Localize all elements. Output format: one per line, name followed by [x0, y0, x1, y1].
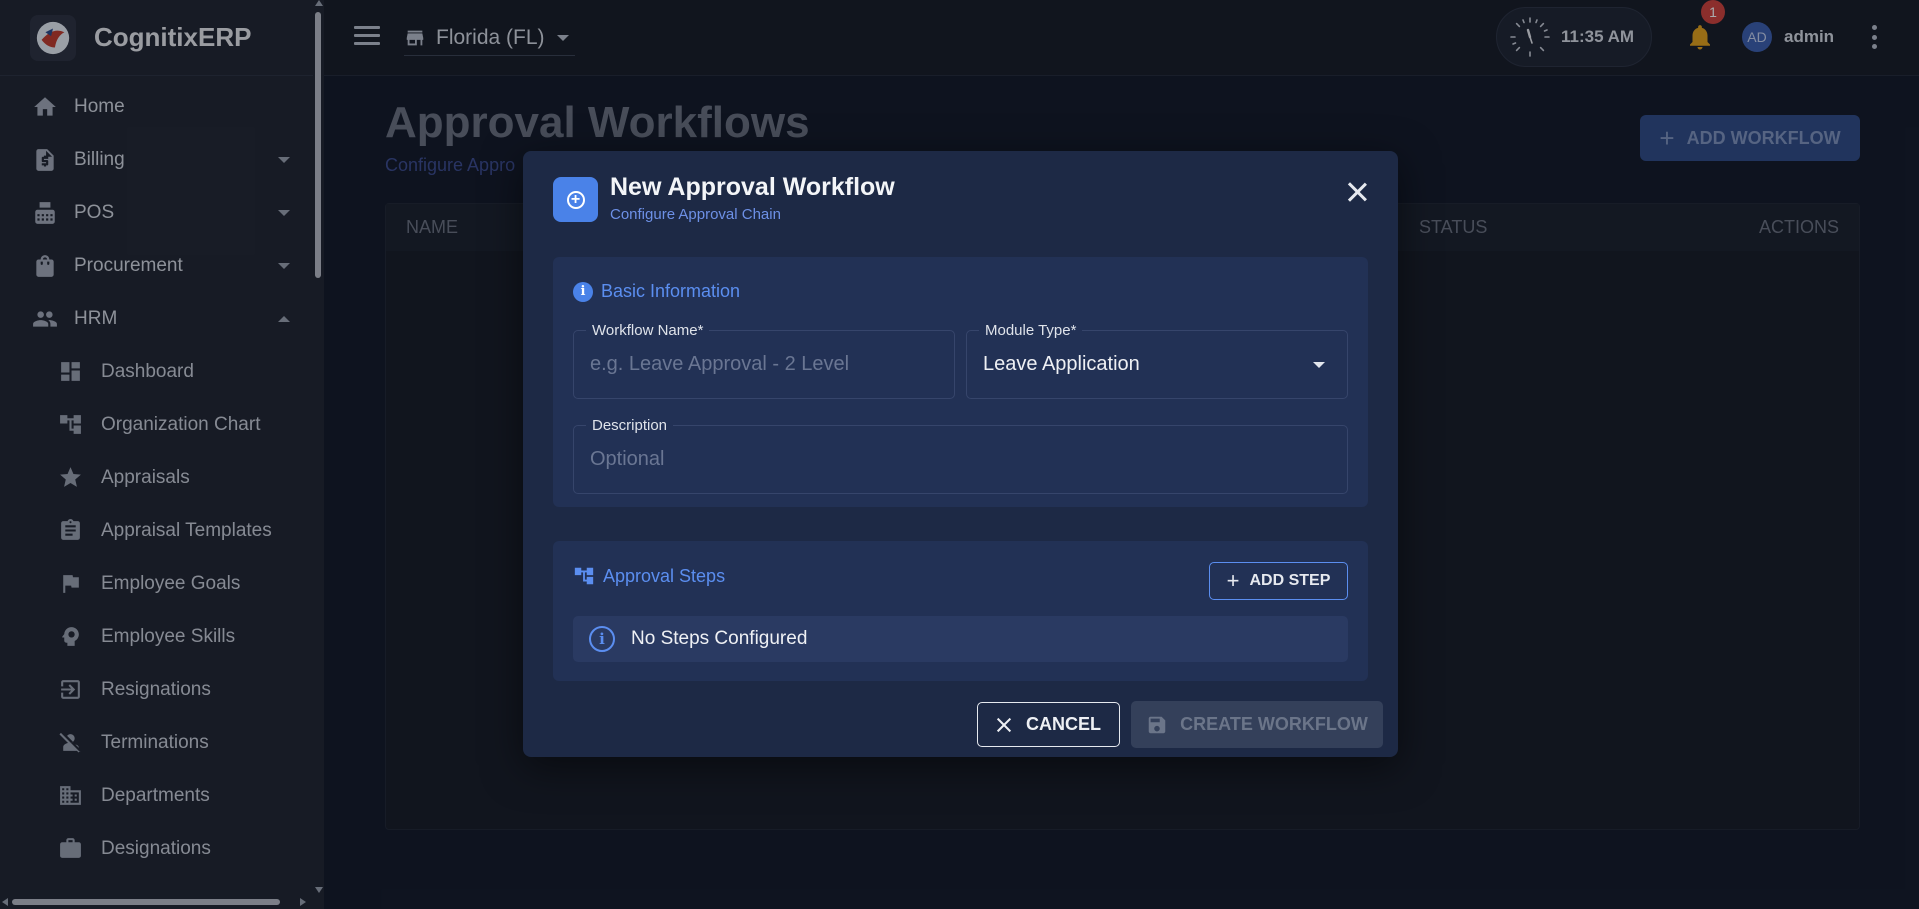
add-circle-icon: + — [553, 177, 598, 222]
create-workflow-button[interactable]: CREATE WORKFLOW — [1131, 701, 1383, 748]
close-icon[interactable] — [1345, 180, 1369, 204]
dropdown-arrow-icon — [1313, 362, 1325, 368]
new-workflow-dialog: + New Approval Workflow Configure Approv… — [523, 151, 1398, 757]
dialog-subtitle: Configure Approval Chain — [610, 206, 781, 223]
section-heading-label: Approval Steps — [603, 565, 726, 586]
section-heading: i Basic Information — [573, 281, 740, 302]
save-icon — [1148, 716, 1166, 733]
info-icon: i — [573, 281, 593, 302]
cancel-button[interactable]: CANCEL — [977, 702, 1120, 747]
workflow-name-field[interactable]: Workflow Name* e.g. Leave Approval - 2 L… — [573, 322, 955, 399]
add-step-label: ADD STEP — [1249, 572, 1331, 589]
dialog-title: New Approval Workflow — [610, 173, 895, 201]
workflow-name-placeholder: e.g. Leave Approval - 2 Level — [590, 353, 850, 375]
module-type-select[interactable]: Module Type* Leave Application — [966, 322, 1348, 399]
info-icon: i — [589, 626, 615, 652]
field-label: Module Type* — [979, 322, 1083, 339]
empty-steps-alert: i No Steps Configured — [573, 616, 1348, 662]
org-chart-icon — [573, 565, 595, 587]
description-field[interactable]: Description Optional — [573, 417, 1348, 494]
plus-icon: + — [1226, 568, 1240, 593]
basic-information-section: i Basic Information Workflow Name* e.g. … — [553, 257, 1368, 507]
approval-steps-section: Approval Steps + ADD STEP i No Steps Con… — [553, 541, 1368, 681]
section-heading-label: Basic Information — [601, 281, 741, 301]
empty-steps-text: No Steps Configured — [631, 628, 808, 649]
close-icon — [996, 717, 1012, 733]
field-label: Description — [586, 417, 674, 434]
cancel-label: CANCEL — [1026, 714, 1101, 734]
add-step-button[interactable]: + ADD STEP — [1209, 562, 1348, 600]
create-workflow-label: CREATE WORKFLOW — [1180, 714, 1368, 734]
field-label: Workflow Name* — [586, 322, 710, 339]
section-heading: Approval Steps — [573, 565, 725, 587]
module-type-value: Leave Application — [983, 353, 1140, 375]
description-placeholder: Optional — [590, 448, 665, 470]
